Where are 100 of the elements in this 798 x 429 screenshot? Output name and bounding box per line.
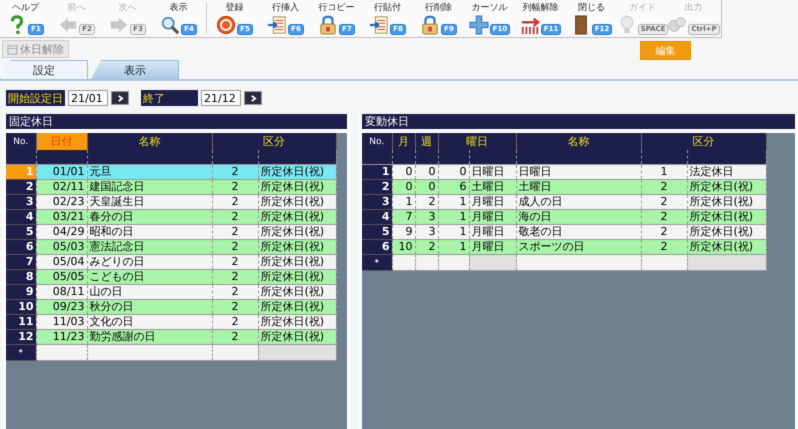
end-date-field[interactable]: 21/12 [201,90,241,106]
column-header[interactable]: 区分 [641,133,766,150]
right-arrow-icon [109,15,130,35]
table-cell: 2 [212,210,258,224]
table-cell: 2 [212,300,258,314]
columns-icon [520,15,540,35]
table-cell: 09/23 [36,300,87,314]
table-cell: 月曜日 [469,210,516,224]
row-number: 1 [6,164,36,180]
column-header[interactable]: No. [362,133,392,150]
table-cell: 所定休日(祝) [258,270,336,284]
table-row[interactable]: 9 08/11 山の日 2 所定休日(祝) [6,284,336,300]
table-cell: 2 [212,330,258,344]
row-number: 3 [6,194,36,210]
table-row[interactable]: 12 11/23 勤労感謝の日 2 所定休日(祝) [6,330,336,344]
table-cell: 春分の日 [87,210,212,224]
table-cell: 0 [392,164,415,180]
tab[interactable]: 設定 [0,60,88,79]
cross-arrows-icon [468,15,489,35]
table-cell: 2 [415,194,438,210]
table-cell: 04/29 [36,224,87,240]
column-header[interactable]: 週 [415,133,438,150]
column-header[interactable]: 名称 [516,133,641,150]
table-cell: 所定休日(祝) [687,240,766,254]
table-row[interactable]: 8 05/05 こどもの日 2 所定休日(祝) [6,270,336,284]
column-header[interactable]: 月 [392,133,415,150]
table-cell: 所定休日(祝) [258,210,336,224]
end-date-button[interactable] [244,91,262,105]
table-cell: 天皇誕生日 [87,194,212,210]
padlock-icon [318,15,338,35]
search-icon [160,15,180,35]
table-cell: 2 [641,224,687,240]
table-cell: みどりの日 [87,254,212,270]
table-cell: 2 [641,180,687,194]
table-cell: 2 [212,240,258,254]
table-row[interactable]: 11 11/03 文化の日 2 所定休日(祝) [6,314,336,330]
table-cell: 2 [212,164,258,180]
start-date-field[interactable]: 21/01 [68,90,108,106]
table-cell: 文化の日 [87,314,212,330]
table-row[interactable]: 6 05/03 憲法記念日 2 所定休日(祝) [6,240,336,254]
table-cell: 05/03 [36,240,87,254]
table-cell: 1 [438,210,469,224]
table-row[interactable]: 5 04/29 昭和の日 2 所定休日(祝) [6,224,336,240]
table-cell: 08/11 [36,284,87,300]
start-date-button[interactable] [111,91,129,105]
table-cell: 0 [415,164,438,180]
table-cell: 6 [438,180,469,194]
table-cell: 海の日 [516,210,641,224]
column-header[interactable]: No. [6,133,36,150]
table-cell: 成人の日 [516,194,641,210]
column-header[interactable]: 区分 [212,133,336,150]
table-cell: 1 [392,194,415,210]
table-cell: 所定休日(祝) [258,300,336,314]
table-cell: 月曜日 [469,194,516,210]
table-row[interactable]: 3 02/23 天皇誕生日 2 所定休日(祝) [6,194,336,210]
document-arrow-icon [267,15,288,35]
table-cell: 1 [438,194,469,210]
padlock-icon [420,15,440,35]
table-row[interactable]: 2 02/11 建国記念日 2 所定休日(祝) [6,180,336,194]
table-cell: 11/03 [36,314,87,330]
table-cell: 0 [392,180,415,194]
table-row[interactable]: 1 01/01 元旦 2 所定休日(祝) [6,164,336,180]
table-cell: 0 [438,164,469,180]
table-row[interactable]: 7 05/04 みどりの日 2 所定休日(祝) [6,254,336,270]
table-cell: 月曜日 [469,240,516,254]
table-cell: 3 [415,224,438,240]
document-arrow-icon [369,15,390,35]
column-header[interactable]: 曜日 [438,133,516,150]
calendar-icon [7,44,18,54]
row-number: 2 [6,180,36,194]
tab[interactable]: 表示 [91,60,179,79]
left-arrow-icon [58,15,78,35]
table-cell: 2 [415,240,438,254]
row-number: 5 [362,224,392,240]
table-row[interactable]: 4 03/21 春分の日 2 所定休日(祝) [6,210,336,224]
table-cell: 土曜日 [469,180,516,194]
table-cell: 11/23 [36,330,87,344]
table-cell: 元旦 [87,164,212,180]
table-cell: 昭和の日 [87,224,212,240]
panel-title: 変動休日 [362,114,795,133]
table-cell: 2 [641,194,687,210]
table-cell: 02/11 [36,180,87,194]
table-cell: 所定休日(祝) [258,330,336,344]
column-header[interactable]: 名称 [87,133,212,150]
table-cell: 所定休日(祝) [687,224,766,240]
row-number: 3 [362,194,392,210]
table-cell: 2 [212,314,258,330]
chevron-icon [116,94,124,102]
table-cell: 1 [438,224,469,240]
table-cell: 所定休日(祝) [258,254,336,270]
table-cell: 1 [641,164,687,180]
table-cell: 2 [641,240,687,254]
table-cell: 2 [212,270,258,284]
table-row[interactable]: 10 09/23 秋分の日 2 所定休日(祝) [6,300,336,314]
start-date-label: 開始設定日 [6,90,65,106]
table-cell: 法定休日 [687,164,766,180]
table-cell: 憲法記念日 [87,240,212,254]
row-number: 6 [362,240,392,254]
table-cell: 0 [415,180,438,194]
table-cell: 敬老の日 [516,224,641,240]
